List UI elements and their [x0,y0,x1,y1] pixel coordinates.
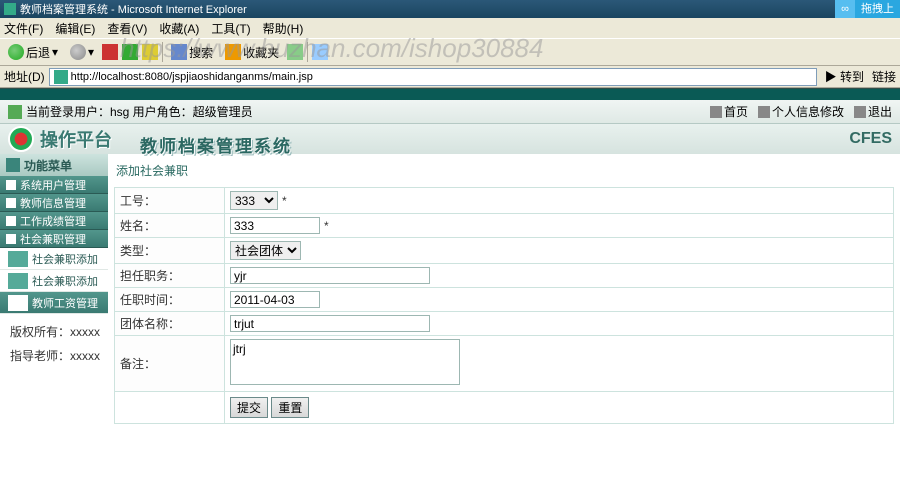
menu-tools[interactable]: 工具(T) [211,20,250,37]
history-icon[interactable] [287,44,303,60]
forward-button[interactable]: ▾ [66,42,98,62]
label-beizhu: 备注： [115,336,225,392]
label-tuanti: 团体名称： [115,312,225,336]
tuanti-input[interactable] [230,315,430,332]
window-titlebar: 教师档案管理系统 - Microsoft Internet Explorer ∞… [0,0,900,18]
home-icon[interactable] [142,44,158,60]
dot-icon [6,234,16,244]
menu-file[interactable]: 文件(F) [4,20,43,37]
menu-view[interactable]: 查看(V) [107,20,147,37]
dot-icon [6,216,16,226]
float-text[interactable]: 拖拽上 [855,0,900,18]
fav-button[interactable]: 收藏夹 [221,42,283,63]
address-label: 地址(D) [4,68,45,85]
app-icon [4,3,16,15]
exit-icon [854,106,866,118]
sidebar-group-teacher[interactable]: 教师信息管理 [0,194,108,212]
page-icon [54,70,68,84]
zhiwu-input[interactable] [230,267,430,284]
main-content: 添加社会兼职 工号： 333* 姓名： * 类型： 社会团体 担任职务： 任职时… [108,154,900,501]
doc-icon [8,273,28,289]
app-header: 当前登录用户：hsg 用户角色：超级管理员 首页 个人信息修改 退出 [0,100,900,124]
search-icon [171,44,187,60]
page-status-icon [8,105,22,119]
search-button[interactable]: 搜索 [167,42,217,63]
sidebar-item-add1[interactable]: 社会兼职添加 [0,248,108,270]
sidebar-group-social[interactable]: 社会兼职管理 [0,230,108,248]
gonghao-select[interactable]: 333 [230,191,278,210]
window-title: 教师档案管理系统 - Microsoft Internet Explorer [20,1,247,17]
logo-icon [8,126,34,152]
back-icon [8,44,24,60]
platform-title: 操作平台 [40,126,112,152]
system-title: 教师档案管理系统 [140,132,292,157]
tab-strip [0,88,900,100]
brand-bar: 操作平台 教师档案管理系统 CFES [0,124,900,154]
cfes-badge: CFES [849,130,892,148]
sidebar-group-salary[interactable]: 教师工资管理 [0,292,108,314]
menubar: 文件(F) 编辑(E) 查看(V) 收藏(A) 工具(T) 帮助(H) [0,18,900,38]
dot-icon [8,295,28,311]
form-table: 工号： 333* 姓名： * 类型： 社会团体 担任职务： 任职时间： 团体名称… [114,187,894,424]
address-input[interactable]: http://localhost:8080/jspjiaoshidanganms… [49,68,817,86]
logout-link[interactable]: 退出 [854,103,892,120]
reset-button[interactable]: 重置 [271,397,309,418]
leixing-select[interactable]: 社会团体 [230,241,301,260]
label-gonghao: 工号： [115,188,225,214]
xingming-input[interactable] [230,217,320,234]
submit-button[interactable]: 提交 [230,397,268,418]
form-title: 添加社会兼职 [114,158,894,187]
go-button[interactable]: ▶ 转到 [821,68,868,85]
doc-icon [8,251,28,267]
stop-icon[interactable] [102,44,118,60]
login-info: 当前登录用户：hsg 用户角色：超级管理员 [26,103,253,120]
back-button[interactable]: 后退 ▾ [4,42,62,63]
menu-edit[interactable]: 编辑(E) [55,20,95,37]
toolbar: 后退 ▾ ▾ 搜索 收藏夹 https://www.huzhan.com/ish… [0,38,900,66]
float-widget[interactable]: ∞ 拖拽上 [835,0,900,18]
label-leixing: 类型： [115,238,225,264]
label-xingming: 姓名： [115,214,225,238]
menu-fav[interactable]: 收藏(A) [159,20,199,37]
float-icon[interactable]: ∞ [835,0,855,18]
forward-icon [70,44,86,60]
beizhu-textarea[interactable]: jtrj [230,339,460,385]
sidebar-footer: 版权所有：xxxxx 指导老师：xxxxx [0,314,108,368]
address-bar: 地址(D) http://localhost:8080/jspjiaoshida… [0,66,900,88]
sidebar-group-work[interactable]: 工作成绩管理 [0,212,108,230]
advisor: 指导老师：xxxxx [10,344,108,368]
menu-help[interactable]: 帮助(H) [263,20,304,37]
sidebar-item-add2[interactable]: 社会兼职添加 [0,270,108,292]
copyright: 版权所有：xxxxx [10,320,108,344]
home-link[interactable]: 首页 [710,103,748,120]
menu-icon [6,158,20,172]
label-zhiwu: 担任职务： [115,264,225,288]
refresh-icon[interactable] [122,44,138,60]
profile-link[interactable]: 个人信息修改 [758,103,844,120]
sidebar: 功能菜单 系统用户管理 教师信息管理 工作成绩管理 社会兼职管理 社会兼职添加 … [0,154,108,501]
sidebar-group-users[interactable]: 系统用户管理 [0,176,108,194]
house-icon [710,106,722,118]
person-icon [758,106,770,118]
star-icon [225,44,241,60]
label-shijian: 任职时间： [115,288,225,312]
dot-icon [6,180,16,190]
links-button[interactable]: 链接 [872,68,896,85]
sidebar-head: 功能菜单 [0,154,108,176]
shijian-input[interactable] [230,291,320,308]
dot-icon [6,198,16,208]
mail-icon[interactable] [312,44,328,60]
